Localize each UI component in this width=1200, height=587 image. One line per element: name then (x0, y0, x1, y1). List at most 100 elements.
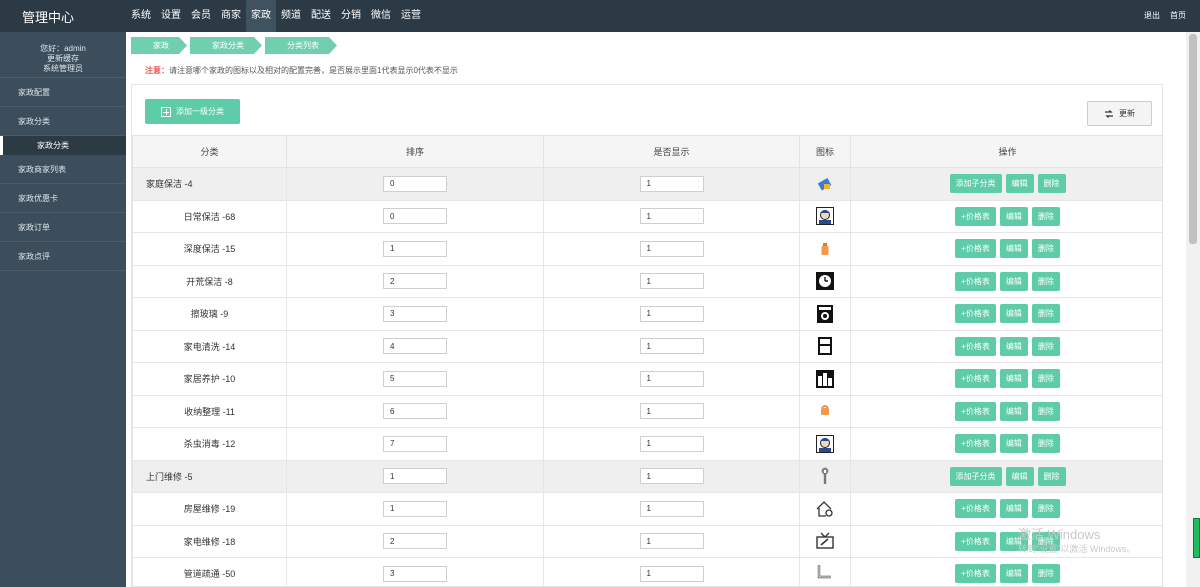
top-right-links: 退出 首页 (1144, 0, 1186, 32)
category-name: 家庭保洁 -4 (132, 167, 287, 201)
add-child-category-button[interactable]: 添加子分类 (949, 466, 1002, 486)
refresh-cache-link[interactable]: 更新缓存 (0, 54, 126, 64)
delete-button[interactable]: 删除 (1031, 304, 1060, 324)
nav-delivery[interactable]: 配送 (306, 0, 336, 32)
edit-button[interactable]: 编辑 (999, 336, 1028, 356)
nav-members[interactable]: 会员 (186, 0, 216, 32)
nav-settings[interactable]: 设置 (156, 0, 186, 32)
edit-button[interactable]: 编辑 (1005, 174, 1034, 194)
home-link[interactable]: 首页 (1170, 0, 1186, 32)
sidebar-subitem-category[interactable]: 家政分类 (0, 136, 126, 155)
sort-input[interactable] (383, 175, 447, 192)
edit-button[interactable]: 编辑 (999, 304, 1028, 324)
scrollbar-thumb[interactable] (1189, 34, 1197, 244)
nav-wechat[interactable]: 微信 (366, 0, 396, 32)
scrollbar[interactable] (1186, 32, 1200, 587)
nav-channel[interactable]: 频道 (276, 0, 306, 32)
sort-input[interactable] (383, 305, 447, 322)
nav-merchants[interactable]: 商家 (216, 0, 246, 32)
category-name: 日常保洁 -68 (132, 199, 287, 233)
show-input[interactable] (639, 240, 704, 257)
sidebar-item-reviews[interactable]: 家政点评 (0, 242, 126, 271)
edit-button[interactable]: 编辑 (999, 206, 1028, 226)
edit-button[interactable]: 编辑 (999, 401, 1028, 421)
price-table-button[interactable]: +价格表 (955, 531, 996, 551)
sidebar-item-config[interactable]: 家政配置 (0, 78, 126, 107)
edit-button[interactable]: 编辑 (1005, 466, 1034, 486)
sort-input[interactable] (383, 533, 447, 550)
sort-input[interactable] (383, 500, 447, 517)
price-table-button[interactable]: +价格表 (955, 271, 996, 291)
delete-button[interactable]: 删除 (1031, 239, 1060, 259)
delete-button[interactable]: 删除 (1037, 174, 1066, 194)
sort-input[interactable] (383, 370, 447, 387)
price-table-button[interactable]: +价格表 (955, 369, 996, 389)
delete-button[interactable]: 删除 (1031, 401, 1060, 421)
worker-icon (816, 434, 834, 453)
price-table-button[interactable]: +价格表 (955, 401, 996, 421)
edit-button[interactable]: 编辑 (999, 369, 1028, 389)
show-input[interactable] (639, 500, 704, 517)
show-input[interactable] (639, 273, 704, 290)
show-input[interactable] (639, 533, 704, 550)
plus-icon (161, 106, 171, 117)
price-table-button[interactable]: +价格表 (955, 304, 996, 324)
nav-system[interactable]: 系统 (126, 0, 156, 32)
sort-input[interactable] (383, 565, 447, 582)
sidebar-item-orders[interactable]: 家政订单 (0, 213, 126, 242)
refresh-button[interactable]: 更新 (1087, 101, 1152, 126)
side-widget-tab[interactable] (1193, 518, 1200, 558)
show-input[interactable] (639, 565, 704, 582)
delete-button[interactable]: 删除 (1031, 499, 1060, 519)
sort-input[interactable] (383, 403, 447, 420)
logout-link[interactable]: 退出 (1144, 0, 1160, 32)
sort-input[interactable] (383, 468, 447, 485)
add-child-category-button[interactable]: 添加子分类 (949, 174, 1002, 194)
sort-input[interactable] (383, 273, 447, 290)
price-table-button[interactable]: +价格表 (955, 239, 996, 259)
sidebar-item-merchants[interactable]: 家政商家列表 (0, 155, 126, 184)
nav-distribution[interactable]: 分销 (336, 0, 366, 32)
edit-button[interactable]: 编辑 (999, 434, 1028, 454)
price-table-button[interactable]: +价格表 (955, 206, 996, 226)
add-top-category-button[interactable]: 添加一级分类 (145, 99, 240, 124)
edit-button[interactable]: 编辑 (999, 499, 1028, 519)
delete-button[interactable]: 删除 (1031, 434, 1060, 454)
show-input[interactable] (639, 305, 704, 322)
show-input[interactable] (639, 403, 704, 420)
show-input[interactable] (639, 338, 704, 355)
nav-housekeeping[interactable]: 家政 (246, 0, 276, 32)
delete-button[interactable]: 删除 (1031, 369, 1060, 389)
nav-operations[interactable]: 运营 (396, 0, 426, 32)
sort-input[interactable] (383, 435, 447, 452)
delete-button[interactable]: 删除 (1037, 466, 1066, 486)
show-input[interactable] (639, 435, 704, 452)
breadcrumb-category[interactable]: 家政分类 (190, 37, 262, 54)
sidebar-item-cards[interactable]: 家政优惠卡 (0, 184, 126, 213)
delete-button[interactable]: 删除 (1031, 564, 1060, 584)
sort-cell (286, 524, 544, 558)
edit-button[interactable]: 编辑 (999, 239, 1028, 259)
delete-button[interactable]: 删除 (1031, 206, 1060, 226)
show-input[interactable] (639, 370, 704, 387)
show-input[interactable] (639, 175, 704, 192)
icon-cell (799, 459, 851, 493)
sidebar-item-category[interactable]: 家政分类 (0, 107, 126, 136)
price-table-button[interactable]: +价格表 (955, 564, 996, 584)
delete-button[interactable]: 删除 (1031, 271, 1060, 291)
edit-button[interactable]: 编辑 (999, 271, 1028, 291)
sort-input[interactable] (383, 338, 447, 355)
edit-button[interactable]: 编辑 (999, 564, 1028, 584)
breadcrumb-housekeeping[interactable]: 家政 (131, 37, 187, 54)
user-info: 您好：admin 更新缓存 系统管理员 (0, 32, 126, 78)
price-table-button[interactable]: +价格表 (955, 336, 996, 356)
sort-input[interactable] (383, 208, 447, 225)
breadcrumb-list: 分类列表 (265, 37, 337, 54)
sort-input[interactable] (383, 240, 447, 257)
price-table-button[interactable]: +价格表 (955, 434, 996, 454)
show-input[interactable] (639, 208, 704, 225)
col-header-sort: 排序 (286, 135, 544, 168)
delete-button[interactable]: 删除 (1031, 336, 1060, 356)
show-input[interactable] (639, 468, 704, 485)
price-table-button[interactable]: +价格表 (955, 499, 996, 519)
